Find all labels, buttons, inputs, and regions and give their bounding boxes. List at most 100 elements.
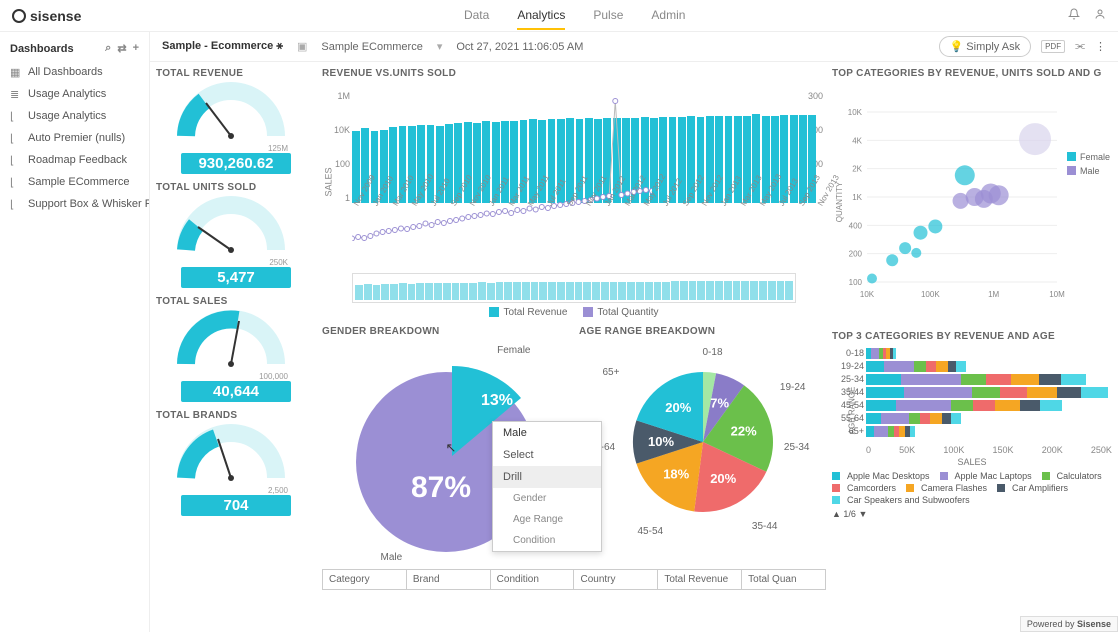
svg-text:18%: 18%	[663, 466, 689, 481]
widget-title: TOTAL REVENUE	[156, 68, 316, 79]
th-condition[interactable]: Condition	[491, 570, 575, 589]
age-pie[interactable]: 7%22%20%18%10%20% 0-18 19-24 25-34 35-44…	[608, 347, 798, 537]
legend-swatch	[583, 307, 593, 317]
svg-text:1M: 1M	[988, 290, 999, 299]
folder-name[interactable]: Sample ECommerce	[321, 41, 422, 53]
hbar-chart[interactable]: AGE RANGE 0-1819-2425-3435-4445-5455-646…	[832, 344, 1112, 467]
dashboard-canvas: TOTAL REVENUE 125M 930,260.62 TOTAL UNIT	[150, 62, 1118, 632]
th-revenue[interactable]: Total Revenue	[658, 570, 742, 589]
nav-pulse[interactable]: Pulse	[593, 2, 623, 30]
cursor-icon: ↖	[446, 440, 457, 456]
svg-text:400: 400	[849, 221, 863, 230]
logo[interactable]: sisense	[12, 8, 81, 24]
ctx-drill[interactable]: Drill	[493, 466, 601, 488]
gauge-svg	[176, 81, 286, 141]
sidebar-title: Dashboards	[10, 43, 74, 55]
chart-legend: Total Revenue Total Quantity	[322, 307, 826, 318]
top-nav: Data Analytics Pulse Admin	[464, 2, 685, 30]
add-icon[interactable]: +	[133, 42, 139, 55]
ctx-select[interactable]: Select	[493, 444, 601, 466]
pie-label-male: Male	[381, 552, 403, 563]
share-icon[interactable]: ⫘	[1075, 40, 1085, 53]
nav-admin[interactable]: Admin	[651, 2, 685, 30]
th-category[interactable]: Category	[323, 570, 407, 589]
slice-label: 65+	[603, 367, 620, 378]
more-icon[interactable]: ⋮	[1095, 40, 1106, 53]
pie-label-female: Female	[497, 345, 530, 356]
svg-text:200: 200	[849, 250, 863, 259]
svg-text:4K: 4K	[852, 136, 862, 145]
x-tick: 100K	[943, 445, 964, 455]
sidebar-header: Dashboards ⌕ ⇄ +	[0, 38, 149, 61]
widget-title: GENDER BREAKDOWN	[322, 326, 569, 337]
x-tick: 200K	[1042, 445, 1063, 455]
chart-icon: ⌊	[10, 198, 22, 210]
widget-title: AGE RANGE BREAKDOWN	[579, 326, 826, 337]
ctx-gender[interactable]: Gender	[493, 488, 601, 509]
logo-icon	[12, 9, 26, 23]
sidebar-item-label: Roadmap Feedback	[28, 154, 127, 166]
widget-title: TOTAL BRANDS	[156, 410, 316, 421]
slice-label: 35-44	[752, 521, 778, 532]
sidebar-item-all[interactable]: ▦All Dashboards	[0, 61, 149, 83]
age-pie-widget: AGE RANGE BREAKDOWN 7%22%20%18%10%20% 0-…	[579, 326, 826, 557]
y-axis: 1M 10K 100 1	[322, 91, 350, 203]
slice-label: 25-34	[784, 442, 810, 453]
svg-text:100: 100	[849, 278, 863, 287]
search-icon[interactable]: ⌕	[105, 42, 111, 55]
bar-line-chart[interactable]: SALES 1M 10K 100 1 300 200 100 0	[322, 81, 826, 273]
slice-label: 45-54	[638, 526, 664, 537]
chevron-down-icon[interactable]: ▾	[437, 40, 443, 53]
gauge-widget-brands: TOTAL BRANDS 2,500 704	[156, 410, 316, 516]
sidebar-item-auto[interactable]: ⌊Auto Premier (nulls)	[0, 127, 149, 149]
bars-icon: ≣	[10, 88, 22, 100]
widget-title: TOP CATEGORIES BY REVENUE, UNITS SOLD AN…	[832, 68, 1112, 79]
simply-ask-button[interactable]: 💡 Simply Ask	[939, 36, 1032, 57]
th-quantity[interactable]: Total Quan	[742, 570, 825, 589]
th-country[interactable]: Country	[574, 570, 658, 589]
nav-data[interactable]: Data	[464, 2, 489, 30]
brush-selector[interactable]	[352, 273, 796, 303]
stacked-bar-widget: TOP 3 CATEGORIES BY REVENUE AND AGE AGE …	[832, 331, 1112, 626]
pdf-icon[interactable]: PDF	[1041, 40, 1065, 53]
svg-text:87%: 87%	[411, 471, 471, 504]
ctx-age[interactable]: Age Range	[493, 509, 601, 530]
powered-by: Powered by sisense	[1020, 616, 1118, 632]
legend-item[interactable]: Total Revenue	[489, 307, 567, 318]
sidebar-item-label: Support Box & Whisker Plot I...	[28, 198, 149, 210]
sidebar-item-support[interactable]: ⌊ Support Box & Whisker Plot I...	[0, 193, 149, 215]
sidebar-item-sample[interactable]: ⌊Sample ECommerce	[0, 171, 149, 193]
pager-text: 1/6	[843, 509, 856, 519]
powered-brand: sisense	[1077, 619, 1111, 629]
ctx-condition[interactable]: Condition	[493, 530, 601, 551]
title-text: Sample - Ecommerce	[162, 40, 273, 52]
legend-label: Total Revenue	[503, 307, 567, 318]
sidebar-item-usage2[interactable]: ⌊Usage Analytics	[0, 105, 149, 127]
ctx-header: Male	[493, 422, 601, 444]
bell-icon[interactable]	[1068, 8, 1080, 23]
gauge-widget-revenue: TOTAL REVENUE 125M 930,260.62	[156, 68, 316, 174]
timestamp: Oct 27, 2021 11:06:05 AM	[456, 41, 583, 53]
svg-text:QUANTITY: QUANTITY	[835, 181, 844, 222]
powered-label: Powered by	[1027, 619, 1075, 629]
nav-analytics[interactable]: Analytics	[517, 2, 565, 30]
data-table-header: Category Brand Condition Country Total R…	[322, 569, 826, 590]
revenue-units-widget: REVENUE vs.UNITS SOLD SALES 1M 10K 100 1…	[322, 68, 826, 318]
user-icon[interactable]	[1094, 8, 1106, 23]
x-tick: 150K	[993, 445, 1014, 455]
x-axis: 0 50K 100K 150K 200K 250K	[832, 443, 1112, 457]
scatter-chart[interactable]: 10K4K2K1K40020010010K100K1M10MQUANTITYFe…	[832, 81, 1112, 323]
slice-label: 0-18	[703, 347, 723, 358]
sidebar-item-roadmap[interactable]: ⌊Roadmap Feedback	[0, 149, 149, 171]
sidebar-item-label: Auto Premier (nulls)	[28, 132, 125, 144]
toggle-icon[interactable]: ⇄	[117, 42, 126, 55]
sidebar-item-usage1[interactable]: ≣Usage Analytics	[0, 83, 149, 105]
gauge-value: 5,477	[181, 267, 291, 288]
folder-icon[interactable]: ▣	[297, 40, 307, 53]
legend-item[interactable]: Total Quantity	[583, 307, 658, 318]
pager[interactable]: ▲ 1/6 ▼	[832, 509, 1112, 519]
gauge-value: 930,260.62	[181, 153, 291, 174]
th-brand[interactable]: Brand	[407, 570, 491, 589]
svg-text:Female: Female	[1080, 152, 1110, 162]
middle-column: REVENUE vs.UNITS SOLD SALES 1M 10K 100 1…	[322, 68, 826, 626]
